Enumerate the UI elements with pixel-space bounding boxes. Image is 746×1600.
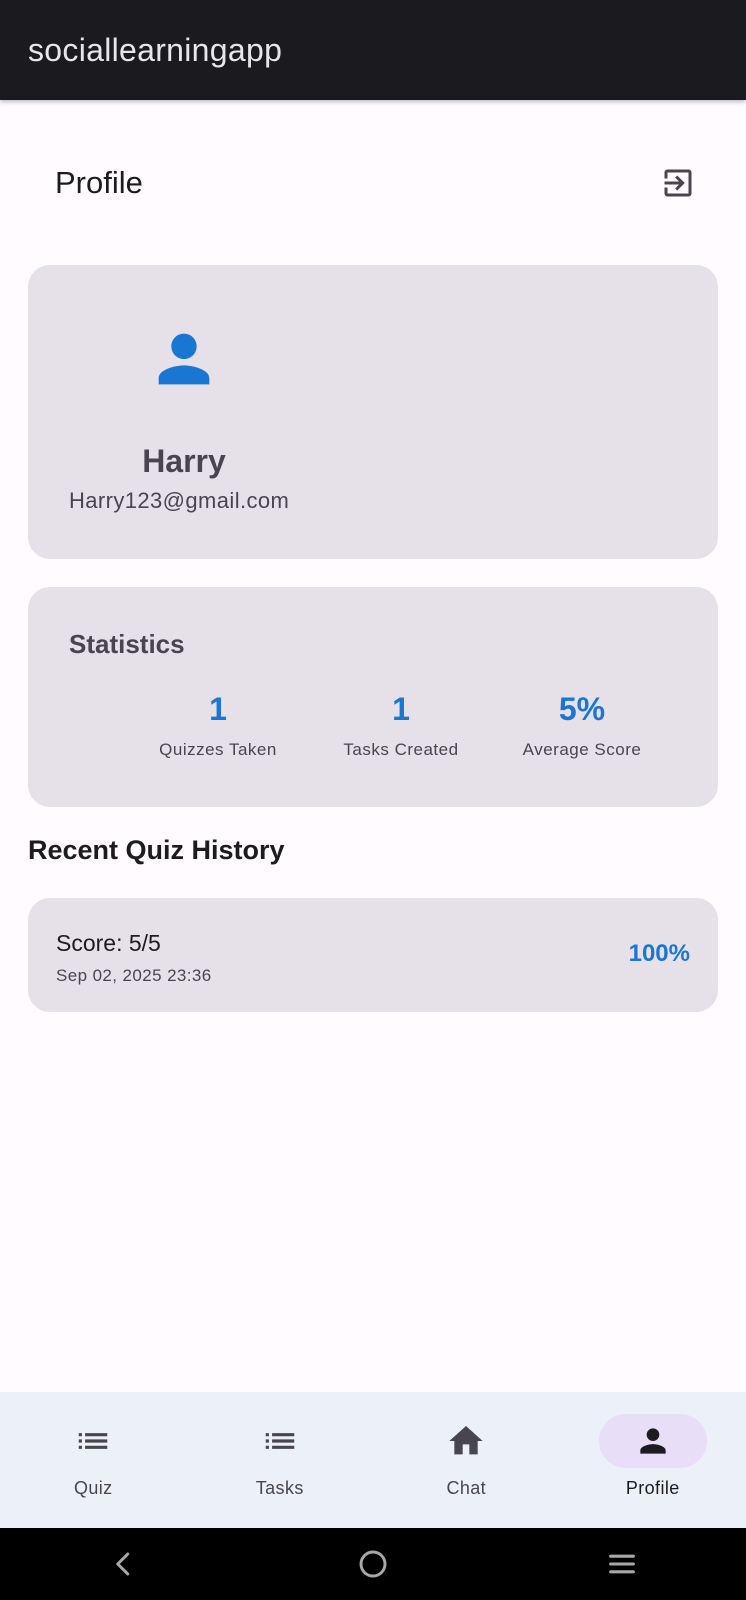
list-icon [79,1433,108,1449]
user-card: Harry Harry123@gmail.com [28,265,718,559]
home-circle-icon [359,1550,387,1578]
nav-label: Profile [625,1478,680,1498]
stat-value: 1 [209,691,227,727]
nav-item-chat[interactable]: Chat [373,1392,560,1528]
stat-label: Tasks Created [343,740,459,759]
stat-tasks-created: 1 Tasks Created [306,691,496,760]
system-home-button[interactable] [249,1548,498,1580]
stat-quizzes-taken: 1 Quizzes Taken [123,691,313,760]
history-score: Score: 5/5 [56,930,161,956]
stat-average-score: 5% Average Score [487,691,677,760]
user-email: Harry123@gmail.com [69,488,290,513]
home-icon [449,1426,483,1455]
statistics-title: Statistics [69,629,185,659]
nav-item-profile[interactable]: Profile [560,1392,746,1528]
nav-label: Quiz [73,1478,113,1498]
system-navigation-bar [0,1528,746,1600]
logout-button[interactable] [650,155,706,211]
page-title: Profile [55,165,143,200]
nav-label: Tasks [255,1478,304,1498]
quiz-history-item[interactable]: Score: 5/5 Sep 02, 2025 23:36 100% [28,898,718,1012]
person-icon [640,1428,666,1454]
nav-indicator [412,1414,520,1468]
nav-item-tasks[interactable]: Tasks [187,1392,374,1528]
app-title: sociallearningapp [28,31,283,68]
nav-indicator [598,1414,707,1468]
bottom-navigation: Quiz Tasks Chat Profile [0,1392,746,1528]
user-name: Harry [142,443,226,479]
history-date: Sep 02, 2025 23:36 [56,966,212,985]
system-recents-button[interactable] [497,1547,746,1581]
profile-header: Profile [28,150,718,216]
statistics-card: Statistics 1 Quizzes Taken 1 Tasks Creat… [28,587,718,807]
stat-value: 5% [558,691,606,727]
system-back-button[interactable] [0,1549,249,1579]
stat-label: Average Score [522,740,642,759]
logout-icon [664,169,692,197]
nav-indicator [39,1414,147,1468]
stat-label: Quizzes Taken [159,740,277,759]
top-app-bar: sociallearningapp [0,0,746,100]
nav-label: Chat [446,1478,487,1498]
person-icon [158,333,210,385]
history-title: Recent Quiz History [28,835,285,865]
menu-icon [608,1554,635,1574]
back-icon [116,1552,130,1576]
app-screen: sociallearningapp Profile Harry Harry123… [0,0,746,1600]
stat-value: 1 [392,691,410,727]
list-icon [265,1433,294,1449]
nav-item-quiz[interactable]: Quiz [0,1392,187,1528]
history-percent: 100% [628,940,690,967]
nav-indicator [226,1414,334,1468]
